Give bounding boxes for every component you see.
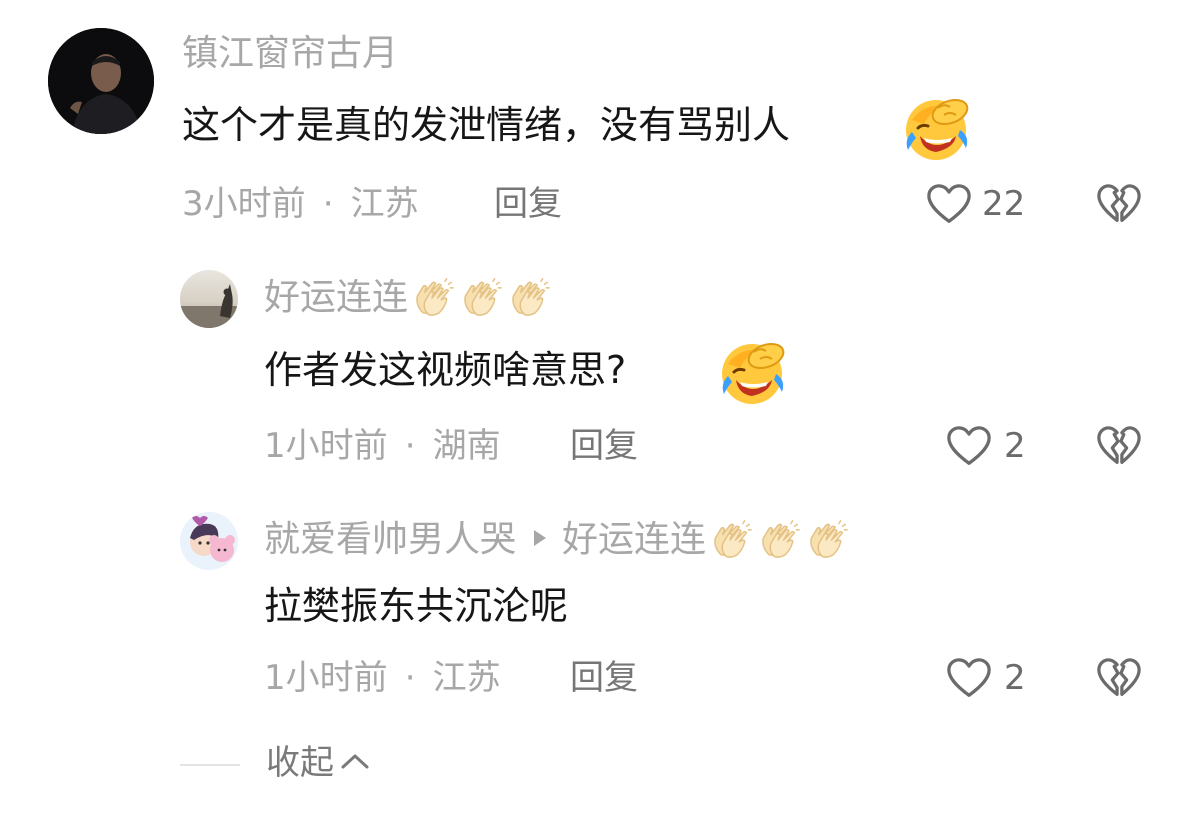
comment-time: 1小时前 xyxy=(264,426,388,466)
comment-text: 拉樊振东共沉沦呢 xyxy=(264,584,569,628)
reply-button[interactable]: 回复 xyxy=(570,658,638,698)
comment-meta: 1小时前 · 江苏 xyxy=(264,658,501,698)
avatar[interactable] xyxy=(180,270,238,328)
comment-body: 作者发这视频啥意思? xyxy=(264,348,626,392)
meta-separator: · xyxy=(404,426,416,466)
like-count: 2 xyxy=(1004,426,1026,466)
like-count: 22 xyxy=(982,184,1026,224)
comment-location: 湖南 xyxy=(432,426,501,466)
clapping-hands-icon xyxy=(708,518,752,562)
comment-text: 作者发这视频啥意思? xyxy=(264,348,627,392)
dislike-broken-heart-icon[interactable] xyxy=(1096,424,1142,470)
reply-arrow-icon xyxy=(532,528,548,552)
chevron-up-icon xyxy=(340,751,370,775)
comment-time: 3小时前 xyxy=(182,184,306,224)
dislike-broken-heart-icon[interactable] xyxy=(1096,656,1142,702)
meta-separator: · xyxy=(404,658,416,698)
reply-to-name[interactable]: 好运连连 xyxy=(562,520,706,560)
clapping-hands-icon xyxy=(458,276,502,320)
comment-text: 这个才是真的发泄情绪，没有骂别人 xyxy=(182,103,791,147)
comment-body: 这个才是真的发泄情绪，没有骂别人 xyxy=(182,103,790,147)
like-heart-icon[interactable] xyxy=(946,656,992,702)
dislike-broken-heart-icon[interactable] xyxy=(1096,182,1142,228)
meta-separator: · xyxy=(322,184,334,224)
comment-location: 江苏 xyxy=(432,658,501,698)
like-count: 2 xyxy=(1004,658,1026,698)
comment-location: 江苏 xyxy=(350,184,419,224)
reply-button[interactable]: 回复 xyxy=(570,426,638,466)
comment-meta: 3小时前 · 江苏 xyxy=(182,184,419,224)
like-heart-icon[interactable] xyxy=(926,182,972,228)
reply-button[interactable]: 回复 xyxy=(494,184,562,224)
collapse-button[interactable]: 收起 xyxy=(266,743,370,783)
avatar[interactable] xyxy=(180,512,238,570)
collapse-label: 收起 xyxy=(266,743,334,783)
clapping-hands-icon xyxy=(756,518,800,562)
clapping-hands-icon xyxy=(804,518,848,562)
comment-time: 1小时前 xyxy=(264,658,388,698)
comment-meta: 1小时前 · 湖南 xyxy=(264,426,501,466)
like-heart-icon[interactable] xyxy=(946,424,992,470)
avatar[interactable] xyxy=(48,28,154,134)
divider xyxy=(180,764,240,766)
comment-author: 好运连连 xyxy=(264,276,550,320)
laughing-crying-emoji xyxy=(716,334,788,406)
comment-author-name[interactable]: 好运连连 xyxy=(264,278,408,318)
comment-body: 拉樊振东共沉沦呢 xyxy=(264,584,568,628)
clapping-hands-icon xyxy=(410,276,454,320)
comment-author: 就爱看帅男人哭 好运连连 xyxy=(264,518,848,562)
clapping-hands-icon xyxy=(506,276,550,320)
comment-author-name[interactable]: 镇江窗帘古月 xyxy=(182,34,398,74)
laughing-crying-emoji xyxy=(900,90,972,162)
comment-author-name[interactable]: 就爱看帅男人哭 xyxy=(264,520,516,560)
